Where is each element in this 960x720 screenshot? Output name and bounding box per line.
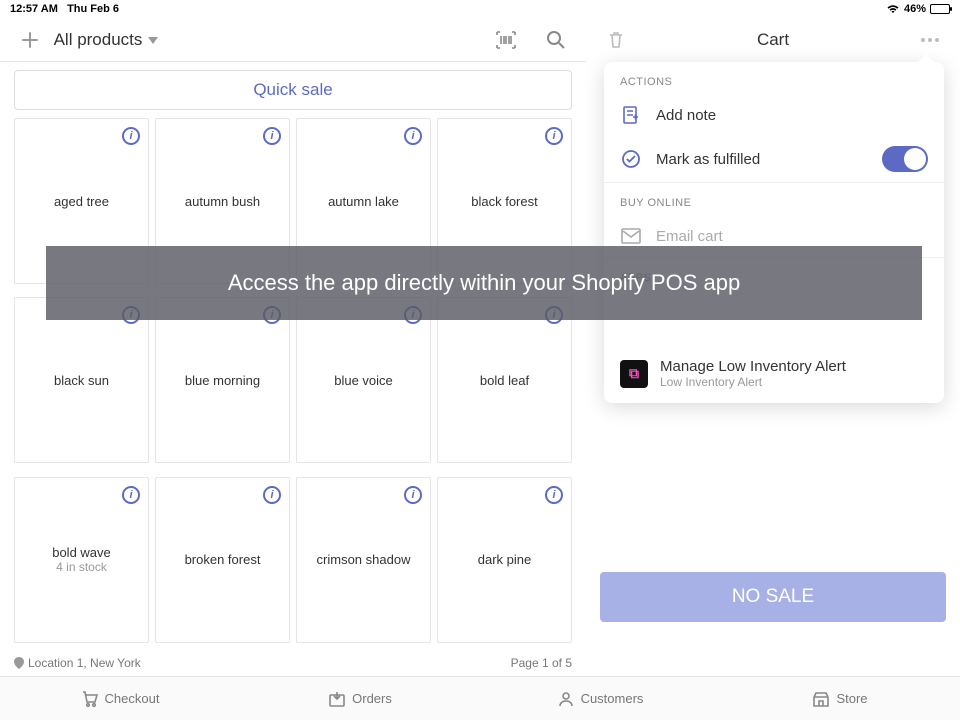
product-name: aged tree [54,194,109,209]
checkout-icon [81,690,99,708]
product-card[interactable]: i broken forest [155,477,290,643]
bottom-nav: Checkout Orders Customers Store [0,676,960,720]
product-card[interactable]: iblack sun [14,297,149,463]
search-button[interactable] [544,28,568,52]
buy-online-section-label: BUY ONLINE [604,183,944,215]
nav-store[interactable]: Store [720,677,960,720]
promo-banner: Access the app directly within your Shop… [46,246,922,320]
nav-customers[interactable]: Customers [480,677,720,720]
status-time: 12:57 AM [10,3,58,15]
add-button[interactable] [18,28,42,52]
info-icon[interactable]: i [404,486,422,504]
product-name: broken forest [185,552,261,567]
nav-checkout-label: Checkout [105,691,160,706]
location-icon [14,657,24,669]
info-icon[interactable]: i [122,127,140,145]
grid-footer: Location 1, New York Page 1 of 5 [0,650,586,676]
product-name: bold wave [52,545,111,560]
add-note-row[interactable]: Add note [604,94,944,136]
product-name: dark pine [478,552,531,567]
product-name: autumn lake [328,194,399,209]
status-right: 46% [886,3,950,15]
cart-actions-popover: ACTIONS Add note Mark as fulfilled BUY O… [604,62,944,403]
product-card[interactable]: i bold wave4 in stock [14,477,149,643]
no-sale-label: NO SALE [732,586,814,608]
quick-sale-label: Quick sale [253,80,332,100]
note-icon [620,104,642,126]
page-indicator: Page 1 of 5 [511,656,572,670]
product-name: autumn bush [185,194,260,209]
info-icon[interactable]: i [545,486,563,504]
quick-sale-button[interactable]: Quick sale [14,70,572,110]
location-text: Location 1, New York [28,656,141,670]
product-name: blue morning [185,373,260,388]
info-icon[interactable]: i [263,486,281,504]
product-name: black sun [54,373,109,388]
status-bar: 12:57 AM Thu Feb 6 46% [0,0,960,18]
actions-section-label: ACTIONS [604,62,944,94]
product-name: blue voice [334,373,393,388]
product-card[interactable]: ibold leaf [437,297,572,463]
app-subtitle: Low Inventory Alert [660,375,846,389]
delete-cart-button[interactable] [604,28,628,52]
product-card[interactable]: iblue voice [296,297,431,463]
product-card[interactable]: i crimson shadow [296,477,431,643]
nav-customers-label: Customers [581,691,644,706]
mark-fulfilled-label: Mark as fulfilled [656,151,760,168]
banner-text: Access the app directly within your Shop… [228,270,740,296]
orders-icon [328,690,346,708]
customers-icon [557,690,575,708]
check-circle-icon [620,148,642,170]
nav-store-label: Store [836,691,867,706]
app-row[interactable]: ⧉ Manage Low Inventory Alert Low Invento… [604,344,944,403]
info-icon[interactable]: i [545,127,563,145]
cart-more-button[interactable] [918,28,942,52]
battery-icon [930,4,950,14]
app-header: All products Cart [0,18,960,62]
cart-title: Cart [628,30,918,50]
product-name: bold leaf [480,373,529,388]
status-date: Thu Feb 6 [67,3,119,15]
store-icon [812,690,830,708]
product-grid: iaged treeiautumn bushiautumn lakeiblack… [0,118,586,650]
battery-percent: 46% [904,3,926,15]
product-stock: 4 in stock [56,560,107,574]
product-card[interactable]: i dark pine [437,477,572,643]
nav-orders[interactable]: Orders [240,677,480,720]
app-icon: ⧉ [620,360,648,388]
chevron-down-icon [148,37,158,44]
status-left: 12:57 AM Thu Feb 6 [10,3,119,15]
no-sale-button[interactable]: NO SALE [600,572,946,622]
header-title: All products [54,30,143,50]
location-indicator[interactable]: Location 1, New York [14,656,141,670]
wifi-icon [886,4,900,14]
barcode-button[interactable] [494,28,518,52]
nav-checkout[interactable]: Checkout [0,677,240,720]
add-note-label: Add note [656,107,716,124]
app-title: Manage Low Inventory Alert [660,358,846,375]
product-name: crimson shadow [317,552,411,567]
info-icon[interactable]: i [263,127,281,145]
mark-fulfilled-row[interactable]: Mark as fulfilled [604,136,944,182]
product-name: black forest [471,194,537,209]
email-cart-label: Email cart [656,228,723,245]
nav-orders-label: Orders [352,691,392,706]
fulfilled-toggle[interactable] [882,146,928,172]
product-card[interactable]: iblue morning [155,297,290,463]
products-dropdown[interactable]: All products [54,30,159,50]
info-icon[interactable]: i [404,127,422,145]
info-icon[interactable]: i [122,486,140,504]
email-icon [620,225,642,247]
